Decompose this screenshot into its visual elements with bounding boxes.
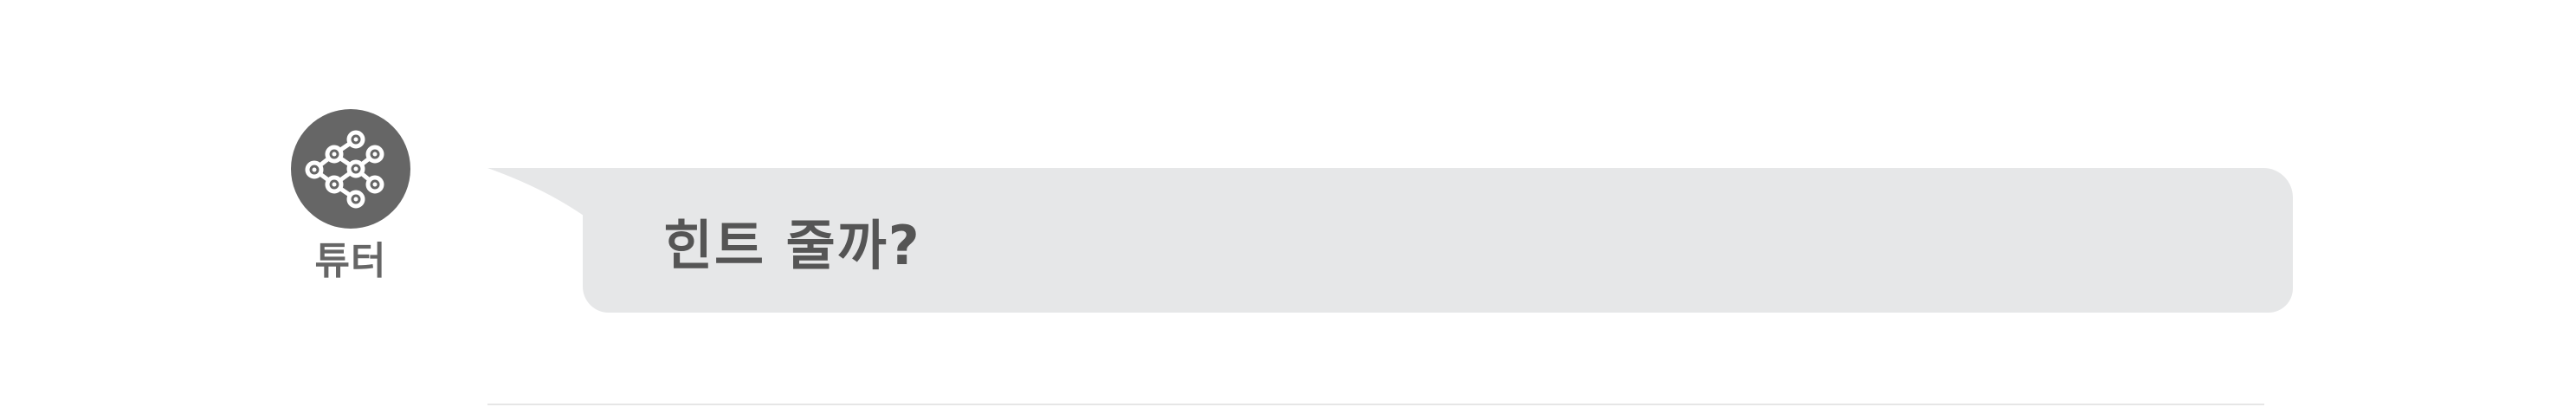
- divider: [487, 404, 2264, 405]
- hint-message-text: 힌트 줄까?: [663, 213, 921, 277]
- tutor-profile: 튜터: [291, 109, 410, 282]
- chain-network-icon: [305, 130, 384, 209]
- bubble-tail: [487, 168, 590, 220]
- tutor-avatar: [291, 109, 410, 229]
- message-bubble-container: 힌트 줄까?: [487, 168, 2293, 315]
- message-bubble: 힌트 줄까?: [583, 168, 2293, 313]
- tutor-name: 튜터: [314, 239, 387, 283]
